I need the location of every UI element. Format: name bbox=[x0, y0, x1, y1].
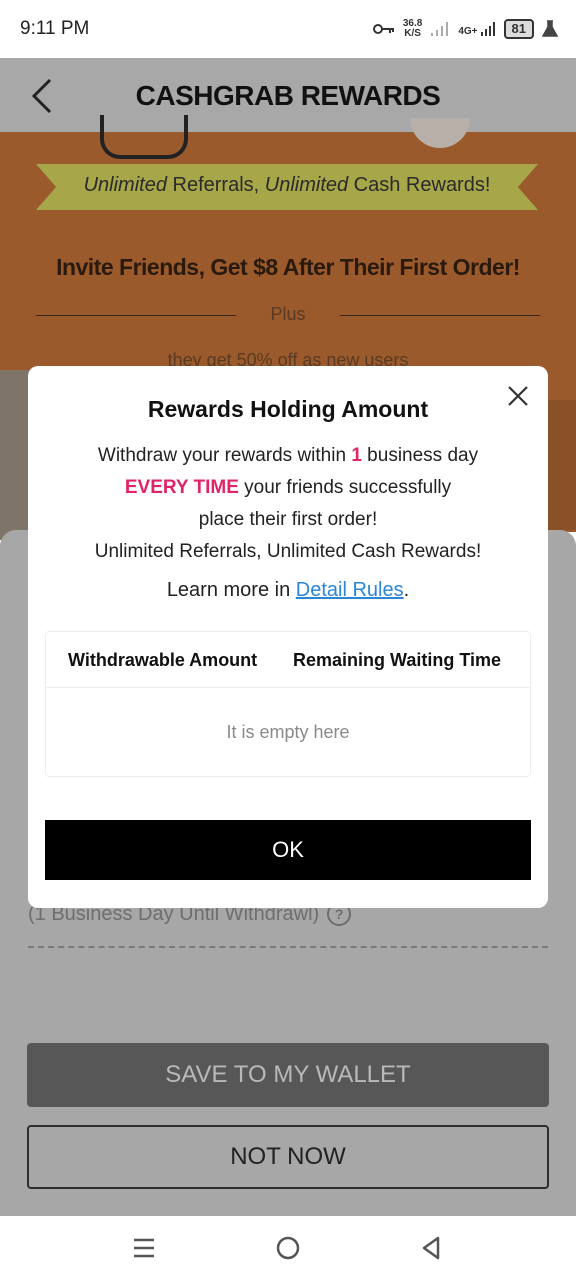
flask-icon bbox=[542, 20, 558, 37]
dialog-title: Rewards Holding Amount bbox=[147, 396, 429, 422]
battery-indicator: 81 bbox=[503, 19, 534, 39]
menu-icon[interactable] bbox=[128, 1232, 160, 1264]
dialog-text-line-1: Withdraw your rewards within 1 business … bbox=[97, 445, 479, 466]
status-time: 9:11 PM bbox=[20, 18, 90, 39]
signal-4g-icon: 4G+ bbox=[458, 21, 495, 37]
column-header-remaining-time: Remaining Waiting Time bbox=[293, 650, 502, 670]
close-icon[interactable] bbox=[502, 380, 534, 412]
column-header-withdrawable-amount: Withdrawable Amount bbox=[68, 650, 258, 670]
ribbon-text: Unlimited Referrals, Unlimited Cash Rewa… bbox=[83, 174, 491, 196]
dashed-divider bbox=[28, 946, 548, 948]
table-divider bbox=[46, 687, 530, 688]
status-icons: 36.8 K/S 4G+ 81 bbox=[372, 14, 558, 44]
learn-more-line: Learn more in Detail Rules. bbox=[166, 579, 410, 601]
page-title: CASHGRAB REWARDS bbox=[135, 80, 441, 111]
banner-headline: Invite Friends, Get $8 After Their First… bbox=[56, 254, 520, 280]
ok-button[interactable]: OK bbox=[45, 820, 531, 880]
gift-decoration bbox=[100, 115, 188, 159]
signal-weak-icon bbox=[431, 22, 449, 36]
banner-side-decoration bbox=[0, 370, 30, 540]
not-now-button[interactable]: NOT NOW bbox=[27, 1125, 549, 1189]
home-icon[interactable] bbox=[272, 1232, 304, 1264]
save-to-wallet-button[interactable]: SAVE TO MY WALLET bbox=[27, 1043, 549, 1107]
vpn-key-icon bbox=[372, 24, 394, 34]
dialog-text-line-3: place their first order! bbox=[198, 509, 378, 530]
empty-state-text: It is empty here bbox=[226, 722, 350, 742]
banner-side-decoration bbox=[546, 400, 576, 530]
detail-rules-link[interactable]: Detail Rules bbox=[296, 579, 404, 601]
dialog-text-line-4: Unlimited Referrals, Unlimited Cash Rewa… bbox=[94, 541, 482, 562]
plus-divider: Plus bbox=[36, 304, 540, 328]
back-icon[interactable] bbox=[416, 1232, 448, 1264]
dialog-text-line-2: EVERY TIME your friends successfully bbox=[124, 477, 452, 498]
net-speed: 36.8 K/S bbox=[402, 18, 423, 39]
